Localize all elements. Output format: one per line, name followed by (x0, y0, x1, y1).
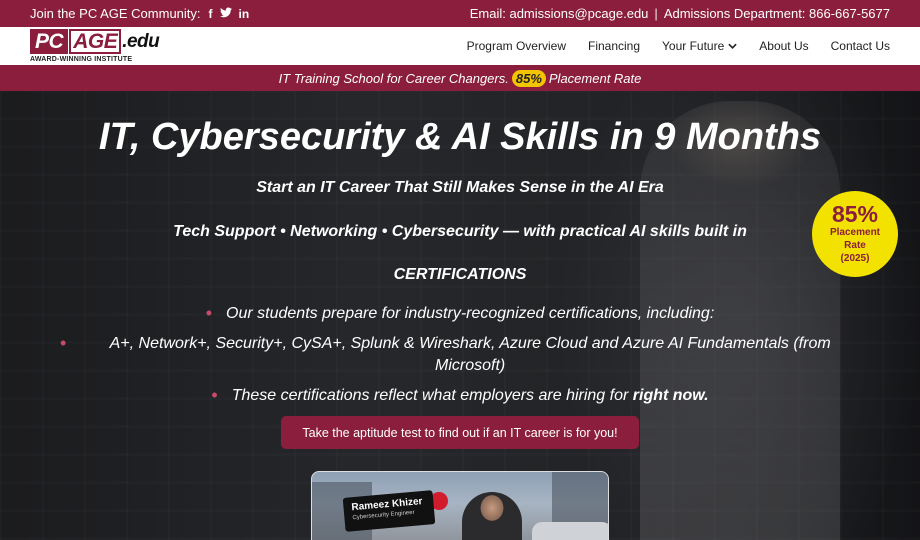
email-link[interactable]: Email: admissions@pcage.edu (470, 6, 649, 21)
logo[interactable]: PC AGE .edu AWARD-WINNING INSTITUTE (30, 29, 160, 63)
badge-percentage: 85% (831, 201, 879, 227)
nav-item-program-overview[interactable]: Program Overview (467, 39, 566, 53)
nav-menu: Program Overview Financing Your Future A… (467, 39, 890, 53)
nav-item-your-future[interactable]: Your Future (662, 39, 737, 53)
twitter-icon[interactable] (219, 7, 232, 20)
bullet-dot: • (60, 333, 67, 354)
banner-text-after: Placement Rate (548, 70, 642, 86)
bullet-text-bold: right now. (632, 387, 709, 405)
bullet-text: Our students prepare for industry-recogn… (226, 305, 715, 322)
video-person (462, 492, 522, 540)
certifications-heading: CERTIFICATIONS (393, 266, 527, 283)
promo-banner: IT Training School for Career Changers. … (0, 65, 920, 91)
community-section: Join the PC AGE Community: f in (30, 6, 249, 21)
hero-section: IT, Cybersecurity & AI Skills in 9 Month… (0, 91, 920, 540)
logo-tagline: AWARD-WINNING INSTITUTE (30, 56, 133, 63)
certifications-list: • Our students prepare for industry-reco… (60, 303, 860, 415)
placement-rate-badge: 85% Placement Rate (2025) (812, 191, 898, 277)
logo-pc: PC (30, 29, 69, 54)
background-car (532, 522, 608, 540)
bullet-text: A+, Network+, Security+, CySA+, Splunk &… (109, 335, 831, 375)
hero-subtitle: Start an IT Career That Still Makes Sens… (256, 179, 664, 196)
separator: | (654, 6, 658, 21)
video-name-card: Rameez Khizer Cybersecurity Engineer (342, 490, 436, 532)
testimonial-video[interactable]: Rameez Khizer Cybersecurity Engineer (311, 471, 609, 540)
social-links: f in (209, 7, 250, 20)
aptitude-test-button[interactable]: Take the aptitude test to find out if an… (281, 416, 639, 449)
hero-tags: Tech Support • Networking • Cybersecurit… (173, 223, 747, 240)
bullet-dot: • (211, 385, 218, 406)
top-bar: Join the PC AGE Community: f in Email: a… (0, 0, 920, 27)
badge-line-2: Rate (844, 240, 866, 251)
logo-wordmark: PC AGE .edu (30, 29, 160, 54)
main-nav: PC AGE .edu AWARD-WINNING INSTITUTE Prog… (0, 27, 920, 65)
nav-item-financing[interactable]: Financing (588, 39, 640, 53)
linkedin-icon[interactable]: in (239, 8, 250, 20)
facebook-icon[interactable]: f (209, 8, 213, 20)
nav-item-contact-us[interactable]: Contact Us (831, 39, 890, 53)
phone-link[interactable]: Admissions Department: 866-667-5677 (664, 6, 890, 21)
list-item: • Our students prepare for industry-reco… (60, 303, 860, 325)
nav-item-your-future-label: Your Future (662, 39, 725, 53)
bullet-text: These certifications reflect what employ… (232, 385, 709, 407)
list-item: • These certifications reflect what empl… (60, 385, 860, 407)
nav-item-about-us[interactable]: About Us (759, 39, 808, 53)
banner-highlight: 85% (511, 69, 546, 87)
chevron-down-icon (728, 41, 737, 51)
bullet-text-before: These certifications reflect what employ… (231, 387, 629, 405)
badge-line-1: Placement (829, 227, 881, 238)
community-label: Join the PC AGE Community: (30, 6, 201, 21)
contact-section: Email: admissions@pcage.edu | Admissions… (470, 6, 890, 21)
list-item: • A+, Network+, Security+, CySA+, Splunk… (60, 333, 860, 377)
logo-age: AGE (69, 29, 122, 54)
hero-title: IT, Cybersecurity & AI Skills in 9 Month… (98, 116, 822, 158)
bullet-dot: • (205, 303, 213, 323)
banner-text-before: IT Training School for Career Changers. (278, 70, 509, 86)
logo-edu: .edu (122, 31, 160, 52)
badge-line-3: (2025) (840, 253, 870, 264)
